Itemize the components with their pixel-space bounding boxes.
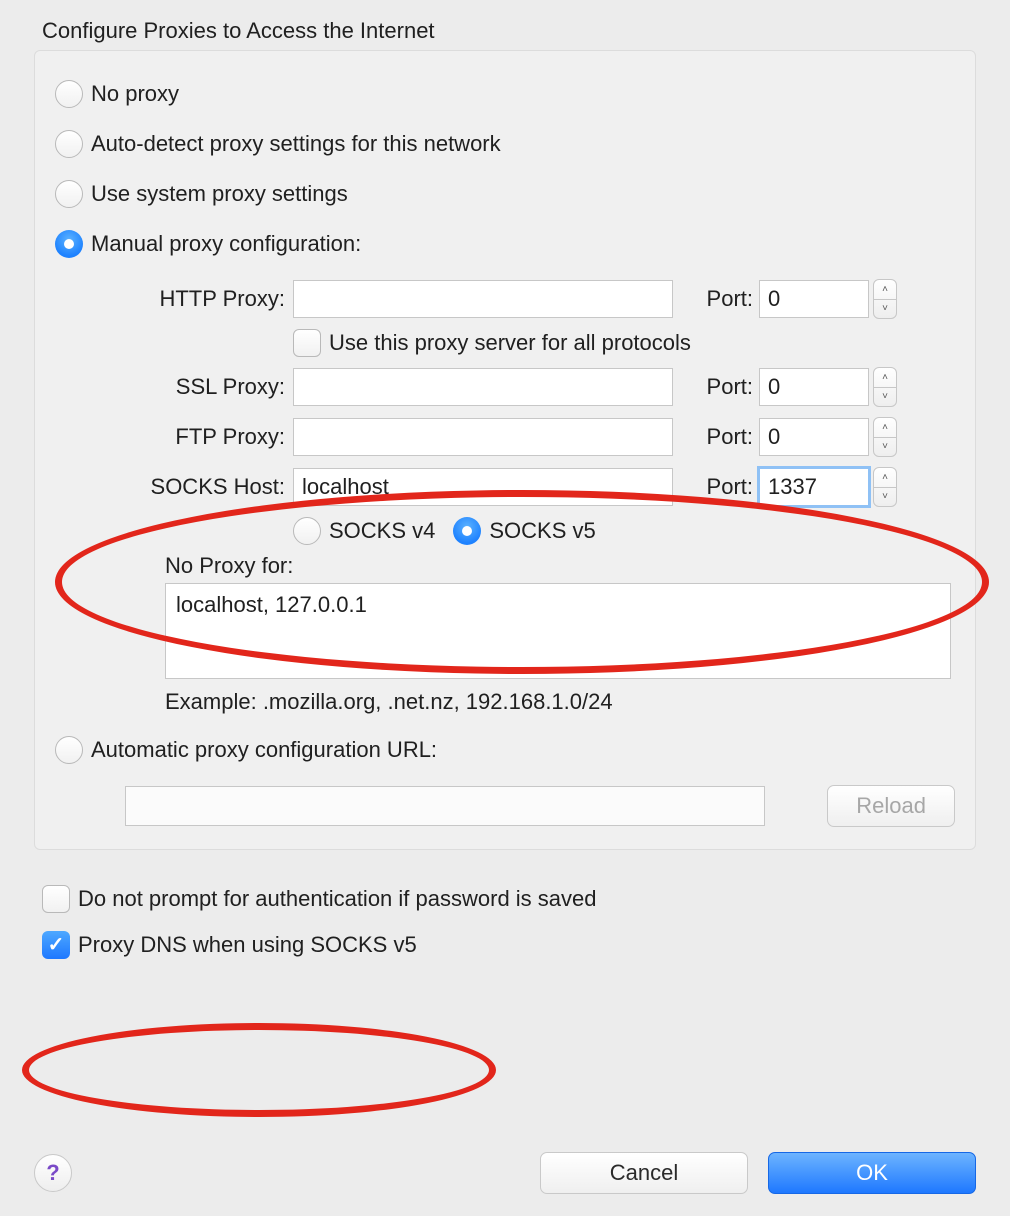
- input-http-port[interactable]: 0: [759, 280, 869, 318]
- label-ftp-port: Port:: [673, 424, 759, 450]
- label-proxy-dns: Proxy DNS when using SOCKS v5: [78, 932, 417, 958]
- input-http-host[interactable]: [293, 280, 673, 318]
- label-socks-v4: SOCKS v4: [329, 518, 435, 544]
- label-socks-port: Port:: [673, 474, 759, 500]
- stepper-ssl-port[interactable]: ˄˅: [873, 367, 897, 407]
- input-ssl-port[interactable]: 0: [759, 368, 869, 406]
- label-system: Use system proxy settings: [91, 181, 348, 207]
- checkbox-use-all[interactable]: [293, 329, 321, 357]
- radio-socks-v4[interactable]: [293, 517, 321, 545]
- label-ssl-proxy: SSL Proxy:: [95, 374, 293, 400]
- label-example: Example: .mozilla.org, .net.nz, 192.168.…: [95, 689, 955, 715]
- ok-button[interactable]: OK: [768, 1152, 976, 1194]
- input-socks-host[interactable]: localhost: [293, 468, 673, 506]
- label-no-proxy: No proxy: [91, 81, 179, 107]
- stepper-http-port[interactable]: ˄˅: [873, 279, 897, 319]
- input-no-proxy-for[interactable]: localhost, 127.0.0.1: [165, 583, 951, 679]
- annotation-ellipse-2: [22, 1023, 496, 1117]
- label-http-port: Port:: [673, 286, 759, 312]
- label-socks-host: SOCKS Host:: [95, 474, 293, 500]
- proxy-group: No proxy Auto-detect proxy settings for …: [34, 50, 976, 850]
- radio-system[interactable]: [55, 180, 83, 208]
- label-ftp-proxy: FTP Proxy:: [95, 424, 293, 450]
- label-no-proxy-for: No Proxy for:: [95, 553, 955, 579]
- radio-no-proxy[interactable]: [55, 80, 83, 108]
- checkbox-proxy-dns[interactable]: [42, 931, 70, 959]
- stepper-socks-port[interactable]: ˄˅: [873, 467, 897, 507]
- label-ssl-port: Port:: [673, 374, 759, 400]
- input-ftp-port[interactable]: 0: [759, 418, 869, 456]
- input-socks-port[interactable]: 1337: [759, 468, 869, 506]
- checkbox-no-prompt[interactable]: [42, 885, 70, 913]
- input-ssl-host[interactable]: [293, 368, 673, 406]
- label-auto-url: Automatic proxy configuration URL:: [91, 737, 437, 763]
- radio-socks-v5[interactable]: [453, 517, 481, 545]
- label-no-prompt: Do not prompt for authentication if pass…: [78, 886, 597, 912]
- label-auto-detect: Auto-detect proxy settings for this netw…: [91, 131, 501, 157]
- radio-auto-detect[interactable]: [55, 130, 83, 158]
- section-title: Configure Proxies to Access the Internet: [34, 18, 976, 44]
- reload-button[interactable]: Reload: [827, 785, 955, 827]
- label-http-proxy: HTTP Proxy:: [95, 286, 293, 312]
- input-auto-url[interactable]: [125, 786, 765, 826]
- help-button[interactable]: ?: [34, 1154, 72, 1192]
- radio-manual[interactable]: [55, 230, 83, 258]
- radio-auto-url[interactable]: [55, 736, 83, 764]
- label-manual: Manual proxy configuration:: [91, 231, 361, 257]
- input-ftp-host[interactable]: [293, 418, 673, 456]
- cancel-button[interactable]: Cancel: [540, 1152, 748, 1194]
- stepper-ftp-port[interactable]: ˄˅: [873, 417, 897, 457]
- manual-form: HTTP Proxy: Port: 0 ˄˅ Use this proxy se…: [95, 279, 955, 715]
- label-use-all: Use this proxy server for all protocols: [329, 330, 691, 356]
- label-socks-v5: SOCKS v5: [489, 518, 595, 544]
